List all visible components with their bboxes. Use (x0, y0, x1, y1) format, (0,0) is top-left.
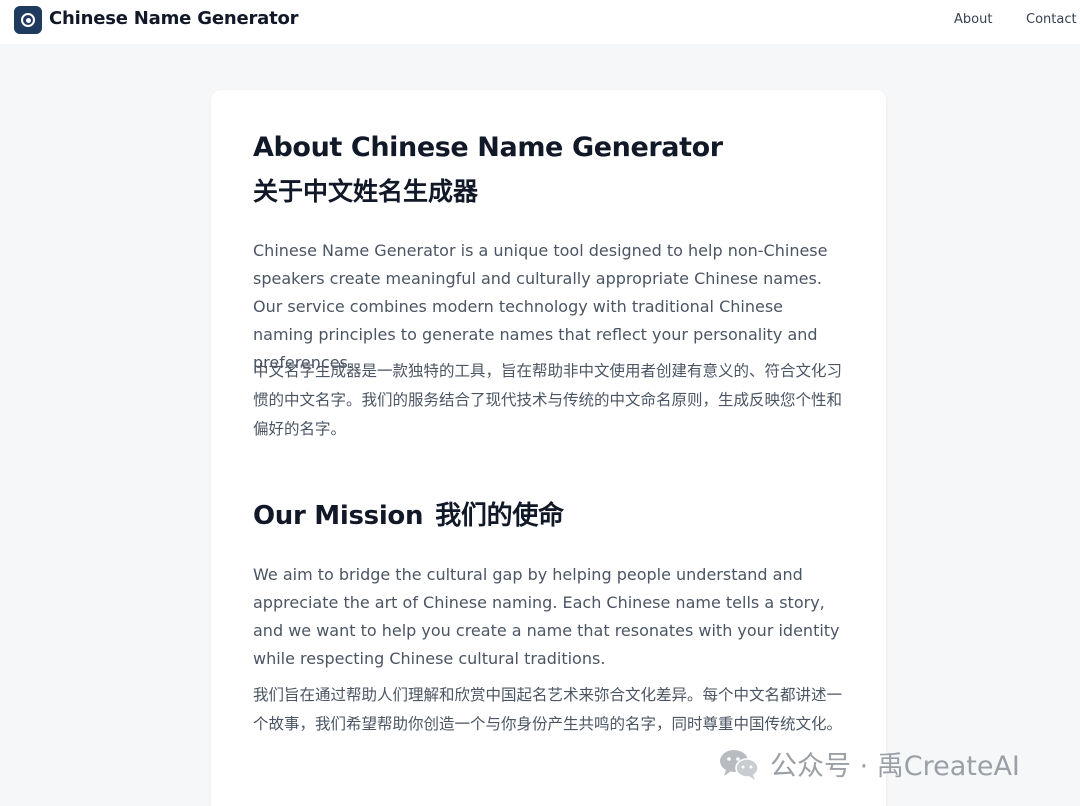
mission-body-zh: 我们旨在通过帮助人们理解和欣赏中国起名艺术来弥合文化差异。每个中文名都讲述一个故… (253, 686, 843, 733)
about-title-en: About Chinese Name Generator (253, 132, 723, 163)
logo-icon[interactable] (14, 6, 42, 34)
about-card: About Chinese Name Generator 关于中文姓名生成器 C… (211, 90, 886, 806)
mission-body-en: We aim to bridge the cultural gap by hel… (253, 565, 840, 668)
top-nav-bar: Chinese Name Generator About Contact (0, 0, 1080, 44)
about-body-en: Chinese Name Generator is a unique tool … (253, 241, 828, 372)
nav-link-contact[interactable]: Contact (1026, 12, 1077, 27)
watermark-text: 公众号 · 禹CreateAI (770, 751, 1020, 782)
app-title[interactable]: Chinese Name Generator (49, 8, 299, 29)
mission-title: Our Mission 我们的使命 (253, 495, 564, 532)
about-title-zh: 关于中文姓名生成器 (253, 177, 479, 206)
watermark: 公众号 · 禹CreateAI (718, 744, 1020, 783)
nav-link-about[interactable]: About (954, 12, 992, 27)
wechat-icon (718, 747, 760, 781)
about-body-zh: 中文名字生成器是一款独特的工具，旨在帮助非中文使用者创建有意义的、符合文化习惯的… (253, 362, 843, 438)
mission-title-zh: 我们的使命 (435, 501, 564, 531)
mission-title-en: Our Mission (253, 501, 424, 531)
